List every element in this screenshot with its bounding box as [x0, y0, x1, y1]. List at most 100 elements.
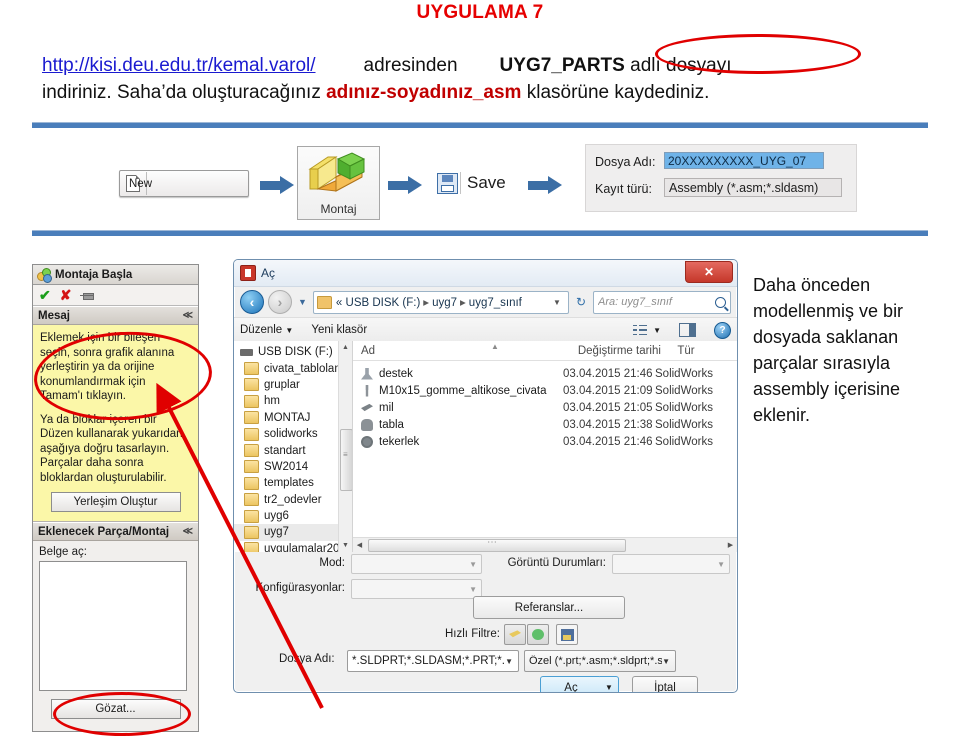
file-type-cell: SolidWorks P [655, 418, 715, 431]
part-icon [361, 418, 373, 431]
new-button[interactable]: New [119, 170, 249, 197]
tree-item[interactable]: hm [234, 393, 352, 409]
table-row[interactable]: tekerlek 03.04.2015 21:46 SolidWorks P [353, 433, 737, 450]
tree-vertical-scrollbar[interactable]: ▲ ▼ [338, 341, 352, 552]
breadcrumb-item-1[interactable]: uyg7 [432, 297, 457, 309]
table-row[interactable]: M10x15_gomme_altikose_civata 03.04.2015 … [353, 382, 737, 399]
scroll-left-icon[interactable]: ◀ [353, 538, 366, 551]
tree-item[interactable]: SW2014 [234, 459, 352, 475]
file-list-horizontal-scrollbar[interactable]: ◀ ▶ [353, 537, 737, 552]
close-icon[interactable]: ✕ [685, 261, 733, 283]
tree-item[interactable]: tr2_odevler [234, 492, 352, 508]
text-line2-end: klasörüne kaydediniz. [521, 82, 710, 103]
organize-menu[interactable]: Düzenle ▼ [240, 324, 293, 336]
filter-assemblies-icon[interactable] [527, 624, 549, 645]
save-button[interactable]: Save [437, 170, 509, 196]
view-mode-icon[interactable] [633, 324, 648, 336]
open-button[interactable]: Aç [540, 676, 602, 692]
download-link[interactable]: http://kisi.deu.edu.tr/kemal.varol/ [42, 55, 316, 76]
table-row[interactable]: mil 03.04.2015 21:05 SolidWorks P [353, 399, 737, 416]
scroll-right-icon[interactable]: ▶ [724, 538, 737, 551]
display-states-label: Görüntü Durumları: [507, 557, 606, 569]
help-icon[interactable]: ? [714, 321, 731, 339]
text-adresinden: adresinden [363, 55, 458, 76]
mode-select[interactable]: ▼ [351, 554, 482, 574]
divider-middle [32, 230, 928, 236]
open-document-list[interactable] [39, 561, 187, 691]
tree-item-label: USB DISK (F:) [258, 346, 333, 359]
table-row[interactable]: destek 03.04.2015 21:46 SolidWorks P [353, 365, 737, 382]
create-layout-button[interactable]: Yerleşim Oluştur [50, 492, 181, 512]
scroll-down-icon[interactable]: ▼ [339, 539, 352, 552]
filter-drawings-icon[interactable] [556, 624, 578, 645]
recent-locations-icon[interactable]: ▼ [296, 297, 309, 307]
save-as-type-select[interactable]: Assembly (*.asm;*.sldasm) [664, 178, 842, 197]
back-icon[interactable]: ‹ [240, 290, 264, 314]
cancel-button[interactable]: İptal [632, 676, 698, 692]
chevron-up-icon-2[interactable]: ≪ [183, 526, 193, 537]
chevron-down-icon-view[interactable]: ▼ [653, 326, 661, 335]
filter-parts-icon[interactable] [504, 624, 526, 645]
tree-item[interactable]: uyg6 [234, 508, 352, 524]
dialog-body: USB DISK (F:) civata_tablolanı gruplar h… [234, 341, 737, 552]
references-button[interactable]: Referanslar... [473, 596, 625, 619]
chevron-up-icon[interactable]: ≪ [183, 310, 193, 321]
tree-item[interactable]: MONTAJ [234, 410, 352, 426]
breadcrumb-item-0[interactable]: USB DISK (F:) [346, 297, 421, 309]
column-header-date[interactable]: Değiştirme tarihi [570, 345, 669, 357]
tree-item-root[interactable]: USB DISK (F:) [234, 344, 352, 360]
column-header-type[interactable]: Tür [669, 345, 737, 357]
annotation-ellipse-save-type [655, 34, 861, 74]
tree-item[interactable]: standart [234, 442, 352, 458]
scrollbar-thumb-horizontal[interactable] [368, 537, 626, 552]
message-section-header[interactable]: Mesaj ≪ [33, 306, 198, 325]
folder-tree[interactable]: USB DISK (F:) civata_tablolanı gruplar h… [234, 341, 353, 552]
arrow-right-icon-3 [528, 176, 562, 194]
confirm-check-icon[interactable]: ✔ [39, 288, 51, 302]
cancel-x-icon[interactable]: ✘ [60, 288, 72, 302]
tree-item[interactable]: gruplar [234, 377, 352, 393]
scrollbar-thumb[interactable] [340, 429, 352, 491]
chevron-down-icon[interactable]: ▼ [549, 298, 565, 307]
breadcrumb-item-2[interactable]: uyg7_sınıf [469, 297, 522, 309]
montaj-assembly-button[interactable]: Montaj [297, 146, 380, 220]
dialog-toolbar: Düzenle ▼ Yeni klasör ▼ ? [234, 317, 737, 343]
file-name-label: destek [379, 367, 413, 380]
file-type-filter-select[interactable]: Özel (*.prt;*.asm;*.sldprt;*.sldas▼ [524, 650, 676, 672]
save-as-panel: Dosya Adı: 20XXXXXXXXX_UYG_07 Kayıt türü… [585, 144, 857, 212]
folder-icon [244, 525, 259, 539]
save-button-label: Save [460, 172, 506, 194]
tree-item-selected[interactable]: uyg7 [234, 524, 352, 541]
chevron-down-icon: ▼ [469, 584, 477, 594]
open-dropdown-icon[interactable]: ▼ [600, 676, 619, 692]
pin-icon[interactable] [80, 290, 95, 301]
save-as-name-input[interactable]: 20XXXXXXXXX_UYG_07 [664, 152, 824, 169]
display-states-select[interactable]: ▼ [612, 554, 730, 574]
annotation-ellipse-browse [53, 692, 191, 736]
file-name-input[interactable]: *.SLDPRT;*.SLDASM;*.PRT;*.ASM▼ [347, 650, 519, 672]
configurations-select[interactable]: ▼ [351, 579, 482, 599]
preview-pane-icon[interactable] [679, 323, 696, 337]
configurations-label: Konfigürasyonlar: [255, 582, 346, 594]
tree-item-label: tr2_odevler [264, 493, 322, 506]
forward-icon[interactable]: › [268, 290, 292, 314]
folder-icon [244, 476, 259, 490]
table-row[interactable]: tabla 03.04.2015 21:38 SolidWorks P [353, 416, 737, 433]
tree-item[interactable]: uygulamalar20 [234, 541, 352, 552]
folder-name-red: adınız-soyadınız_asm [326, 82, 522, 103]
file-list-pane[interactable]: Ad Değiştirme tarihi Tür ▲ destek 03.04.… [353, 341, 737, 552]
chevron-down-icon: ▼ [717, 559, 725, 569]
part-section-header[interactable]: Eklenecek Parça/Montaj ≪ [33, 522, 198, 541]
scroll-up-icon[interactable]: ▲ [339, 341, 352, 354]
search-placeholder: Ara: uyg7_sınıf [598, 296, 672, 308]
organize-label: Düzenle [240, 324, 283, 336]
new-folder-button[interactable]: Yeni klasör [311, 324, 367, 336]
tree-item[interactable]: civata_tablolanı [234, 360, 352, 376]
column-header-name[interactable]: Ad [353, 345, 570, 357]
tree-item[interactable]: solidworks [234, 426, 352, 442]
search-input[interactable]: Ara: uyg7_sınıf [593, 290, 731, 314]
file-name-cell: tabla [353, 418, 563, 431]
refresh-icon[interactable]: ↻ [573, 295, 589, 309]
address-bar[interactable]: « USB DISK (F:) ▸ uyg7 ▸ uyg7_sınıf ▼ [312, 290, 569, 314]
tree-item[interactable]: templates [234, 475, 352, 491]
